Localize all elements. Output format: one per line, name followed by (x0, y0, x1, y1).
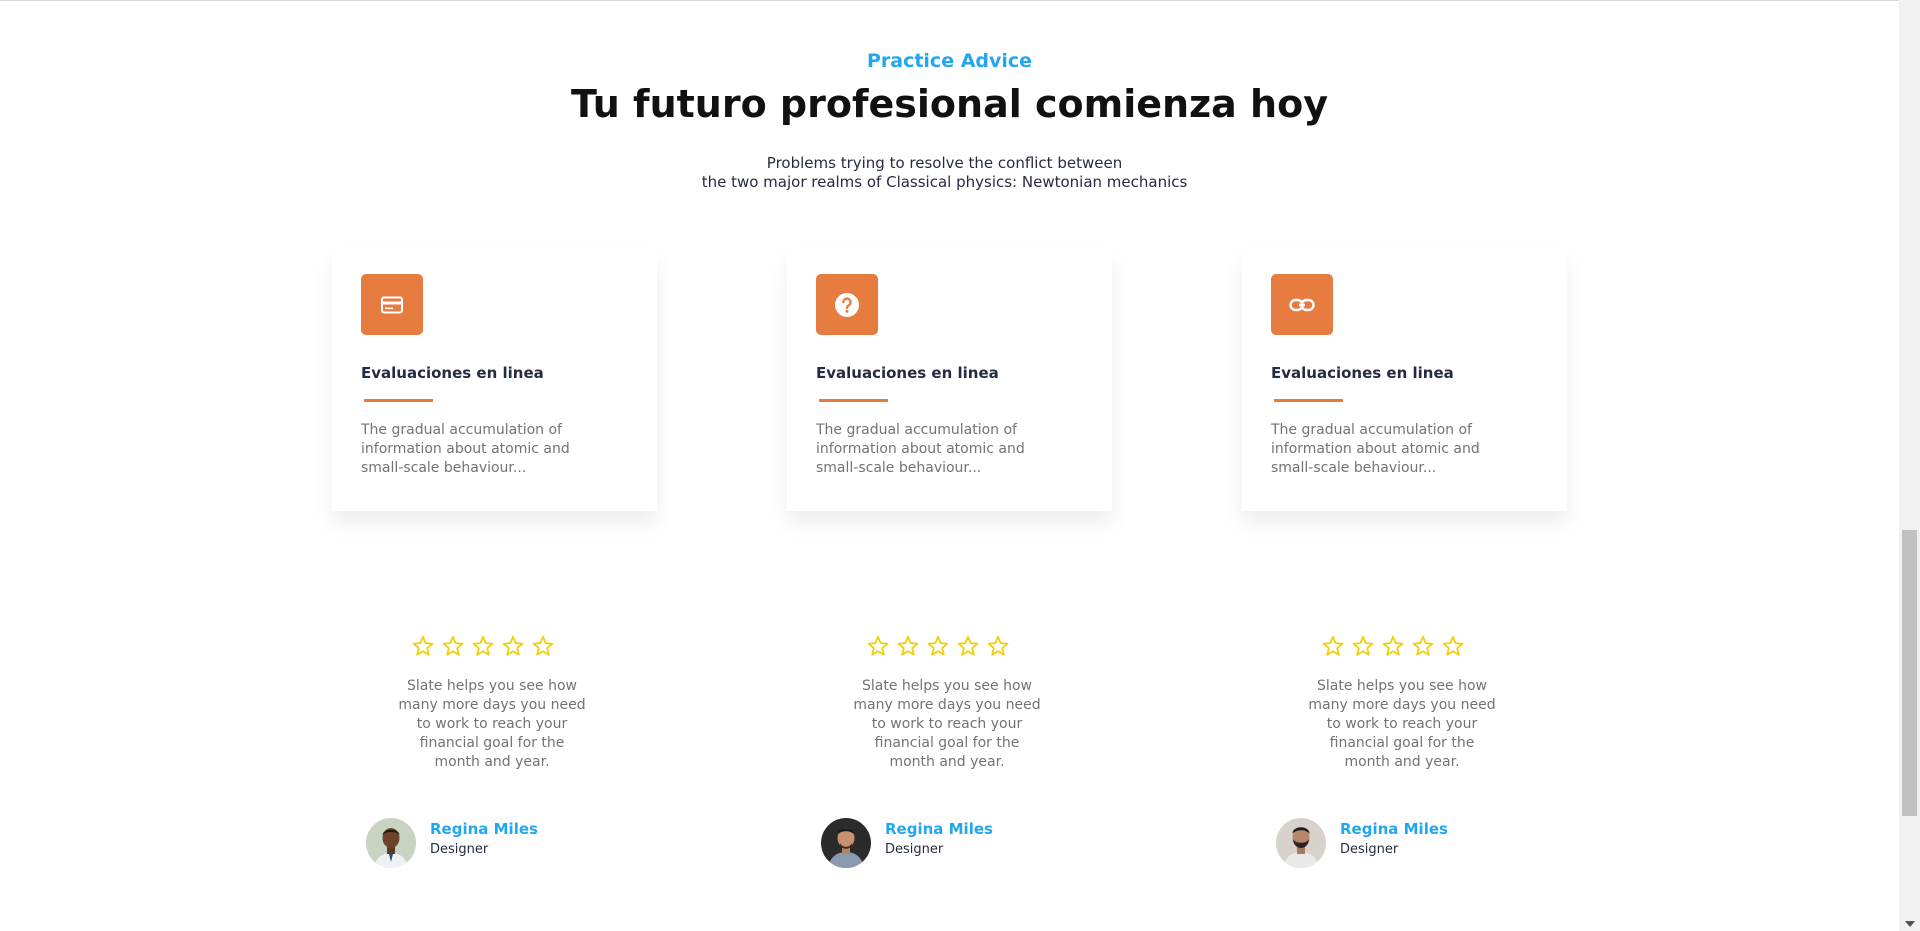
star-icon (502, 635, 524, 656)
person-name: Regina Miles (430, 820, 538, 838)
person-role: Designer (885, 842, 944, 857)
star-icon (1322, 635, 1344, 656)
top-divider (0, 0, 1899, 1)
link-icon (1271, 274, 1333, 335)
star-rating (1322, 635, 1464, 657)
star-icon (957, 635, 979, 656)
person-role: Designer (1340, 842, 1399, 857)
testimonial-quote: Slate helps you see how many more days y… (853, 678, 1041, 770)
person-role: Designer (430, 842, 489, 857)
card-title: Evaluaciones en linea (816, 364, 999, 382)
feature-card: Evaluaciones en linea The gradual accumu… (332, 248, 657, 511)
feature-card: Evaluaciones en linea The gradual accumu… (787, 248, 1112, 511)
feature-card: Evaluaciones en linea The gradual accumu… (1242, 248, 1567, 511)
card-title: Evaluaciones en linea (1271, 364, 1454, 382)
star-rating (867, 635, 1009, 657)
scroll-down-arrow-icon[interactable] (1905, 921, 1915, 927)
star-rating (412, 635, 554, 657)
section-eyebrow: Practice Advice (866, 50, 1033, 72)
avatar (1276, 818, 1326, 868)
avatar (821, 818, 871, 868)
star-icon (1382, 635, 1404, 656)
avatar (366, 818, 416, 868)
star-icon (1352, 635, 1374, 656)
star-icon (1412, 635, 1434, 656)
star-icon (987, 635, 1009, 656)
star-icon (532, 635, 554, 656)
star-icon (897, 635, 919, 656)
credit-card-icon (361, 274, 423, 335)
star-icon (442, 635, 464, 656)
section-subtitle: Problems trying to resolve the conflict … (0, 154, 1889, 192)
page-scrollbar[interactable] (1899, 0, 1920, 931)
card-divider (819, 399, 888, 402)
person-name: Regina Miles (1340, 820, 1448, 838)
subtitle-line-2: the two major realms of Classical physic… (701, 173, 1188, 191)
question-circle-icon (816, 274, 878, 335)
scrollbar-thumb[interactable] (1902, 530, 1917, 816)
subtitle-line-1: Problems trying to resolve the conflict … (766, 154, 1123, 172)
star-icon (412, 635, 434, 656)
testimonial-quote: Slate helps you see how many more days y… (1308, 678, 1496, 770)
card-divider (364, 399, 433, 402)
card-text: The gradual accumulation of information … (361, 422, 570, 476)
section-title: Tu futuro profesional comienza hoy (571, 82, 1328, 126)
card-title: Evaluaciones en linea (361, 364, 544, 382)
testimonial-quote: Slate helps you see how many more days y… (398, 678, 586, 770)
person-name: Regina Miles (885, 820, 993, 838)
star-icon (927, 635, 949, 656)
card-text: The gradual accumulation of information … (1271, 422, 1480, 476)
star-icon (867, 635, 889, 656)
card-text: The gradual accumulation of information … (816, 422, 1025, 476)
card-divider (1274, 399, 1343, 402)
star-icon (472, 635, 494, 656)
star-icon (1442, 635, 1464, 656)
